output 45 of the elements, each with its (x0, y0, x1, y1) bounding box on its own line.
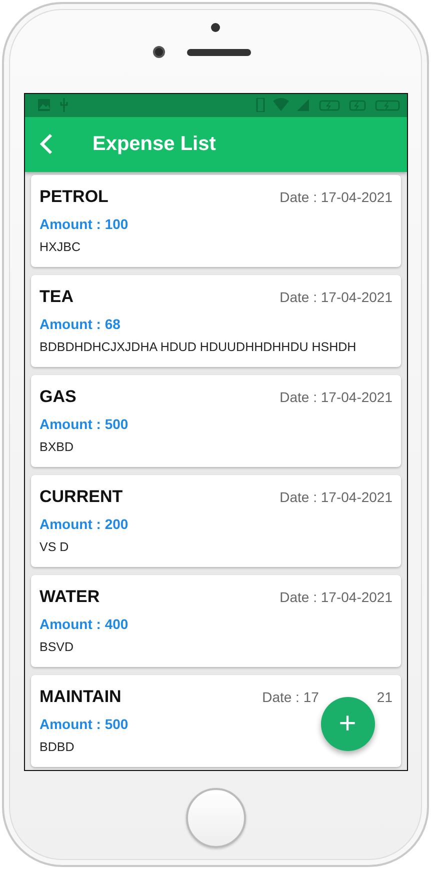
expense-card[interactable]: GAS Date : 17-04-2021 Amount : 500 BXBD (30, 375, 400, 467)
sensor-icon (211, 23, 220, 32)
expense-note: BDBDHDHCJXJDHA HDUD HDUUDHHDHHDU HSHDH (40, 340, 356, 354)
expense-amount: Amount : 100 (40, 216, 128, 232)
expense-date: Date : 17-04-2021 (280, 489, 392, 505)
phone-icon (256, 98, 264, 112)
expense-note: HXJBC (40, 240, 80, 254)
image-icon (36, 98, 50, 112)
expense-date: Date : 17 (262, 689, 319, 705)
battery-icon (374, 98, 400, 112)
expense-date: 21 (376, 689, 392, 705)
expense-date: Date : 17-04-2021 (280, 289, 392, 305)
usb-icon (58, 98, 68, 112)
expense-card[interactable]: CURRENT Date : 17-04-2021 Amount : 200 VS D (30, 475, 400, 567)
battery-icon (318, 98, 340, 112)
expense-name: CURRENT (40, 487, 123, 507)
battery-icon (348, 98, 366, 112)
expense-name: MAINTAIN (40, 687, 122, 707)
expense-amount: Amount : 400 (40, 616, 128, 632)
expense-date: Date : 17-04-2021 (280, 189, 392, 205)
expense-card[interactable]: PETROL Date : 17-04-2021 Amount : 100 HXJBC (30, 175, 400, 267)
back-icon (38, 133, 52, 156)
expense-note: VS D (40, 540, 69, 554)
camera-icon (153, 46, 165, 58)
home-button[interactable] (186, 788, 246, 848)
expense-name: PETROL (40, 187, 108, 207)
wifi-icon (272, 98, 288, 112)
expense-amount: Amount : 500 (40, 716, 128, 732)
back-button[interactable] (38, 133, 52, 156)
page-title: Expense List (92, 132, 216, 156)
expense-name: TEA (40, 287, 74, 307)
expense-amount: Amount : 500 (40, 416, 128, 432)
expense-name: GAS (40, 387, 76, 407)
expense-card[interactable]: TEA Date : 17-04-2021 Amount : 68 BDBDHDHCJXJDHA HDUD HDUUDHHDHHDU HSHDH (30, 275, 400, 367)
expense-note: BXBD (40, 440, 74, 454)
signal-icon (296, 98, 310, 112)
expense-note: BDBD (40, 740, 74, 754)
expense-date: Date : 17-04-2021 (280, 589, 392, 605)
expense-amount: Amount : 68 (40, 316, 120, 332)
expense-note: BSVD (40, 640, 74, 654)
expense-amount: Amount : 200 (40, 516, 128, 532)
expense-card[interactable]: WATER Date : 17-04-2021 Amount : 400 BSVD (30, 575, 400, 667)
speaker-icon (187, 49, 251, 56)
expense-name: WATER (40, 587, 100, 607)
expense-date: Date : 17-04-2021 (280, 389, 392, 405)
